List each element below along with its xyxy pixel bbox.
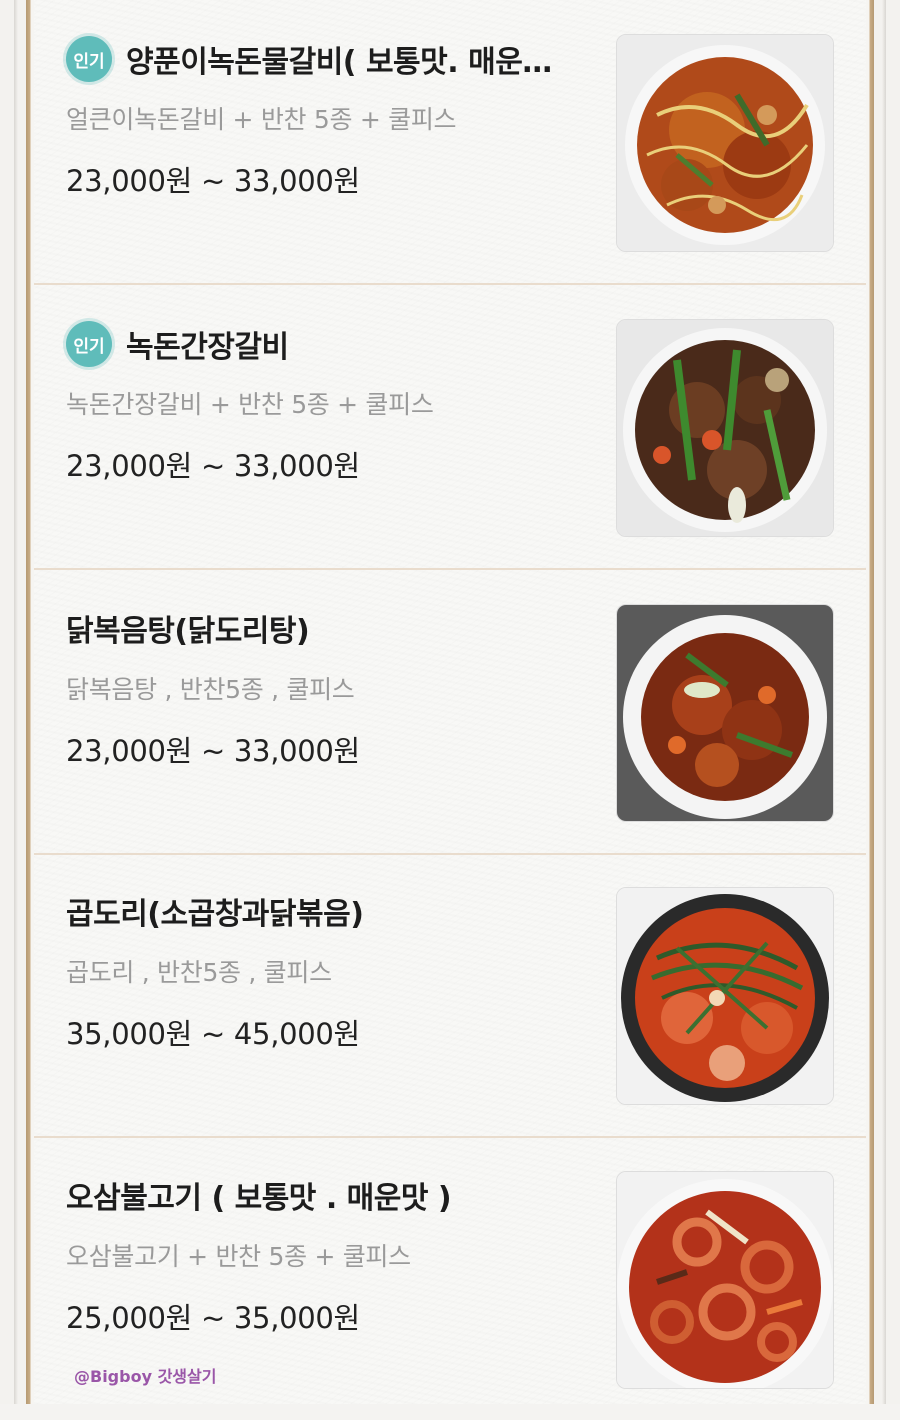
menu-item-braised-chicken[interactable]: 닭복음탕(닭도리탕) 닭복음탕 , 반찬5종 , 쿨피스 23,000원 ~ 3…	[34, 570, 866, 855]
menu-item-name: 닭복음탕(닭도리탕)	[66, 614, 310, 649]
menu-item-price: 25,000원 ~ 35,000원	[66, 1301, 360, 1335]
menu-item-title-row: 곱도리(소곱창과닭볶음)	[66, 889, 363, 933]
soy-sauce-pork-rib-photo[interactable]	[616, 319, 834, 537]
menu-item-description: 오삼불고기 + 반찬 5종 + 쿨피스	[66, 1242, 411, 1271]
menu-item-price: 23,000원 ~ 33,000원	[66, 449, 360, 483]
menu-item-description: 녹돈간장갈비 + 반찬 5종 + 쿨피스	[66, 390, 434, 419]
braised-spicy-chicken-photo[interactable]	[616, 604, 834, 822]
right-frame-border	[866, 0, 900, 1404]
watermark: @Bigboy 갓생살기	[74, 1367, 217, 1386]
menu-item-soy-pork-rib[interactable]: 인기 녹돈간장갈비 녹돈간장갈비 + 반찬 5종 + 쿨피스 23,000원 ~…	[34, 285, 866, 570]
beef-tripe-chicken-stir-fry-photo[interactable]	[616, 887, 834, 1105]
menu-item-title-row: 닭복음탕(닭도리탕)	[66, 606, 309, 650]
squid-pork-bulgogi-photo[interactable]	[616, 1171, 834, 1389]
left-frame-border	[0, 0, 34, 1404]
menu-item-gopdori[interactable]: 곱도리(소곱창과닭볶음) 곱도리 , 반찬5종 , 쿨피스 35,000원 ~ …	[34, 853, 866, 1138]
spicy-pork-rib-stew-photo[interactable]	[616, 34, 834, 252]
menu-item-title-row: 오삼불고기 ( 보통맛 . 매운맛 )	[66, 1173, 451, 1217]
menu-item-price: 23,000원 ~ 33,000원	[66, 164, 360, 198]
menu-item-price: 35,000원 ~ 45,000원	[66, 1017, 360, 1051]
menu-item-name: 녹돈간장갈비	[126, 330, 289, 365]
menu-item-name: 양푼이녹돈물갈비( 보통맛. 매운…	[126, 45, 552, 80]
menu-item-title-row: 인기 녹돈간장갈비	[66, 321, 289, 367]
menu-list: 인기 양푼이녹돈물갈비( 보통맛. 매운… 얼큰이녹돈갈비 + 반찬 5종 + …	[34, 0, 866, 1404]
menu-item-description: 얼큰이녹돈갈비 + 반찬 5종 + 쿨피스	[66, 105, 457, 134]
menu-item-price: 23,000원 ~ 33,000원	[66, 734, 360, 768]
popular-badge: 인기	[66, 36, 112, 82]
menu-item-title-row: 인기 양푼이녹돈물갈비( 보통맛. 매운…	[66, 36, 552, 82]
menu-item-name: 곱도리(소곱창과닭볶음)	[66, 897, 364, 932]
menu-item-description: 닭복음탕 , 반찬5종 , 쿨피스	[66, 675, 355, 704]
popular-badge: 인기	[66, 321, 112, 367]
menu-item-spicy-pork-rib[interactable]: 인기 양푼이녹돈물갈비( 보통맛. 매운… 얼큰이녹돈갈비 + 반찬 5종 + …	[34, 0, 866, 285]
menu-item-name: 오삼불고기 ( 보통맛 . 매운맛 )	[66, 1181, 452, 1216]
menu-item-description: 곱도리 , 반찬5종 , 쿨피스	[66, 958, 332, 987]
